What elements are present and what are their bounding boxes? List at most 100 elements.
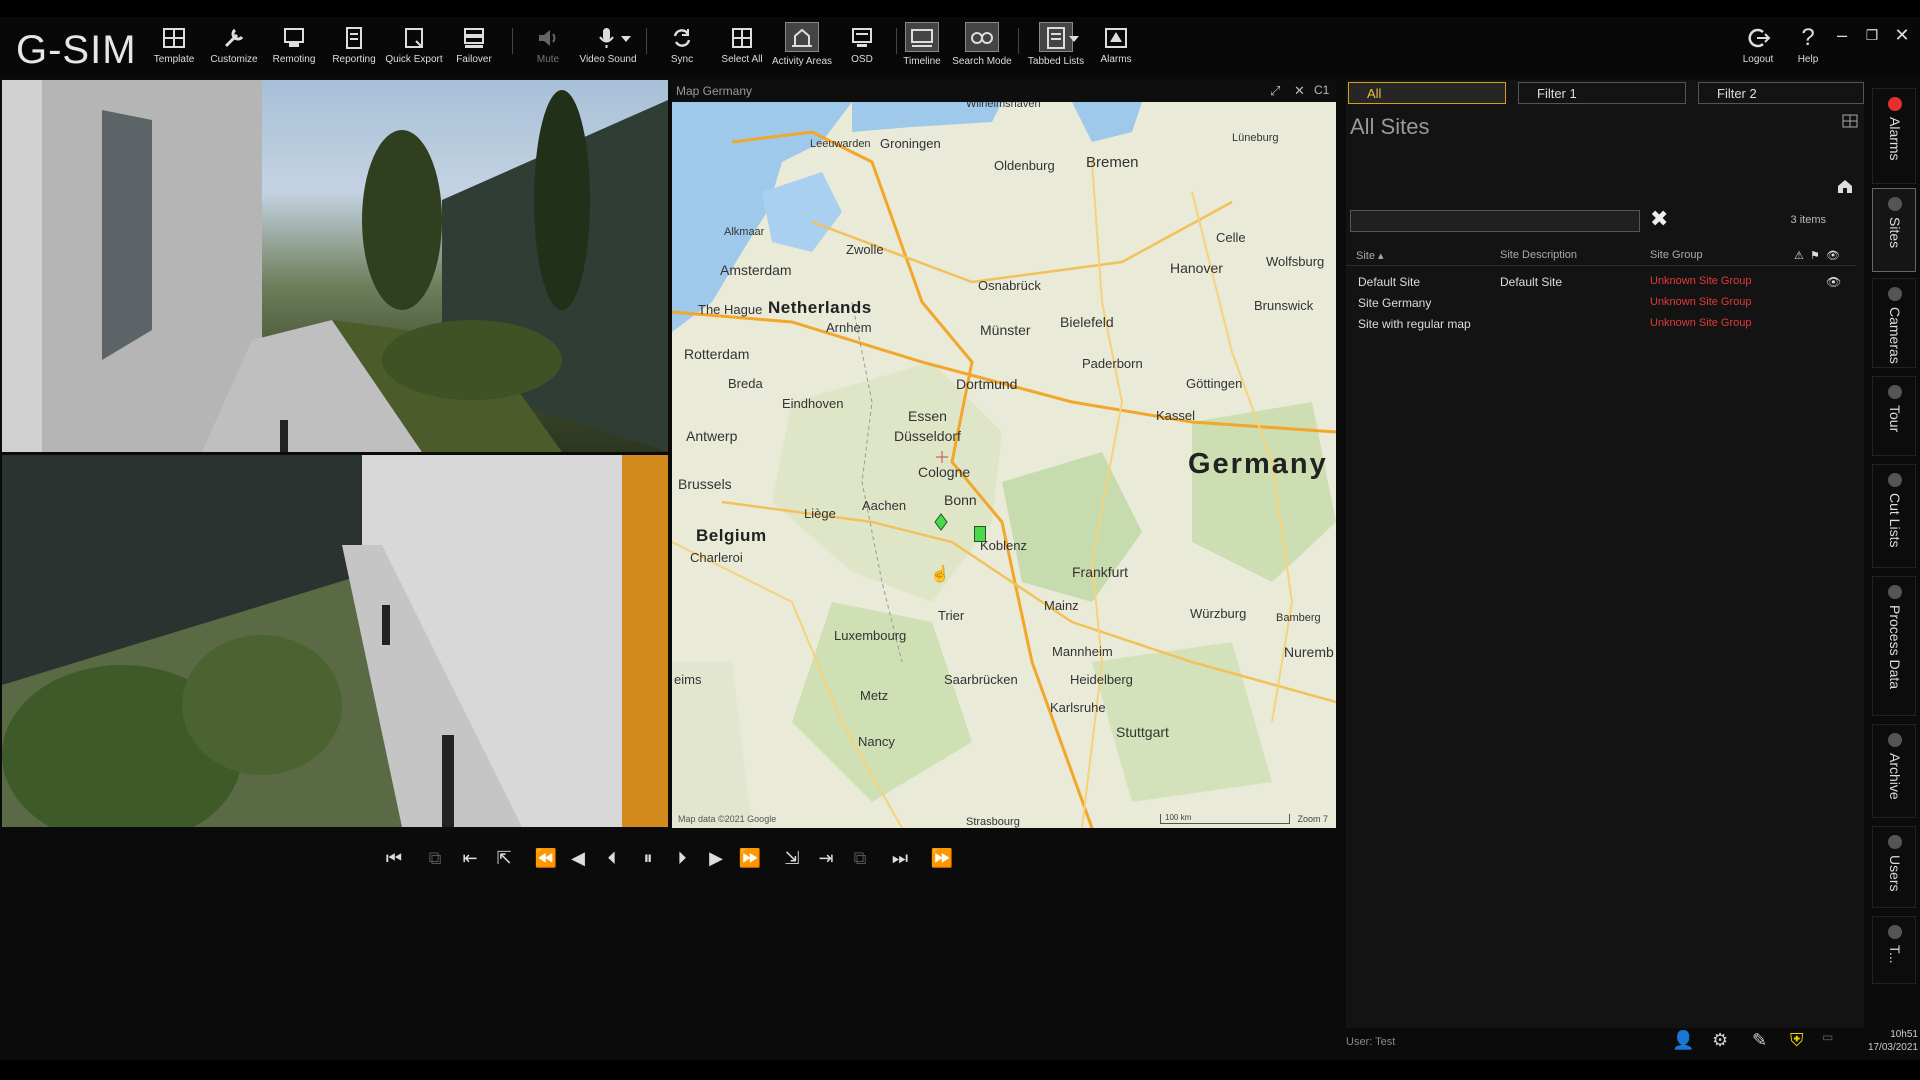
tab-filter-2[interactable]: Filter 2: [1698, 82, 1864, 104]
camera-1-image: [2, 80, 668, 452]
security-shield-icon[interactable]: ⛨: [1790, 1030, 1804, 1051]
quick-export-button[interactable]: Quick Export: [380, 22, 448, 72]
restore-button[interactable]: ❐: [1860, 24, 1884, 46]
status-dot: [1888, 197, 1902, 211]
map-label-karlsruhe: Karlsruhe: [1050, 700, 1106, 715]
go-to-start-icon[interactable]: ⏮: [382, 846, 406, 870]
table-row[interactable]: Site Germany Unknown Site Group: [1346, 293, 1856, 314]
tab-all[interactable]: All: [1348, 82, 1506, 104]
map-label-osnabruck: Osnabrück: [978, 278, 1041, 293]
failover-button[interactable]: Failover: [440, 22, 508, 72]
table-header: Site ▴ Site Description Site Group ⚠ ⚑ 👁: [1346, 246, 1856, 266]
search-mode-icon: [971, 32, 993, 44]
camera-view-1[interactable]: [2, 80, 668, 452]
table-row[interactable]: Site with regular map Unknown Site Group: [1346, 314, 1856, 335]
side-tab-label: Alarms: [1887, 117, 1903, 161]
map-label-groningen: Groningen: [880, 136, 941, 151]
export-icon: [405, 28, 423, 48]
table-row[interactable]: Default Site Default Site Unknown Site G…: [1346, 272, 1856, 293]
toolbar-separator: [1018, 28, 1019, 54]
warning-icon[interactable]: ⚠: [1794, 249, 1804, 262]
previous-bookmark-icon[interactable]: ⇱: [492, 846, 516, 870]
map-label-germany: Germany: [1188, 448, 1328, 480]
close-button[interactable]: ✕: [1890, 24, 1914, 46]
template-button[interactable]: Template: [140, 22, 208, 72]
logout-label: Logout: [1742, 54, 1774, 65]
live-icon[interactable]: ⏩: [930, 846, 954, 870]
fast-rewind-icon[interactable]: ⏪: [534, 846, 558, 870]
select-all-button[interactable]: Select All: [708, 22, 776, 72]
column-header-site[interactable]: Site ▴: [1356, 249, 1384, 262]
next-bookmark-icon[interactable]: ⇲: [780, 846, 804, 870]
column-header-group[interactable]: Site Group: [1650, 249, 1703, 261]
map-zoom: Zoom 7: [1297, 814, 1328, 824]
help-button[interactable]: ? Help: [1784, 22, 1832, 72]
item-count: 3 items: [1790, 214, 1826, 226]
reporting-button[interactable]: Reporting: [320, 22, 388, 72]
tab-filter-1[interactable]: Filter 1: [1518, 82, 1686, 104]
timeline-button[interactable]: Timeline: [888, 22, 956, 72]
play-icon[interactable]: ▶: [704, 846, 728, 870]
remote-monitor-icon: [284, 28, 304, 47]
chevron-down-icon: [621, 36, 631, 42]
status-dot: [1888, 835, 1902, 849]
previous-event-icon[interactable]: ⇤: [458, 846, 482, 870]
side-tab-process-data[interactable]: Process Data: [1872, 576, 1916, 716]
remoting-button[interactable]: Remoting: [260, 22, 328, 72]
step-back-icon[interactable]: ⏴: [600, 846, 624, 870]
logout-button[interactable]: Logout: [1734, 22, 1782, 72]
previous-marker-icon[interactable]: ⧉: [423, 846, 447, 870]
search-mode-button[interactable]: Search Mode: [948, 22, 1016, 72]
go-to-end-icon[interactable]: ⏭: [888, 846, 912, 870]
alarm-icon: [1105, 28, 1127, 48]
maximize-icon[interactable]: ⤢: [1270, 83, 1280, 99]
flag-icon[interactable]: ⚑: [1810, 249, 1820, 262]
side-tab-more[interactable]: T...: [1872, 916, 1916, 984]
edit-status-icon[interactable]: ✎: [1752, 1030, 1767, 1051]
next-event-icon[interactable]: ⇥: [814, 846, 838, 870]
activity-areas-button[interactable]: Activity Areas: [768, 22, 836, 72]
side-tab-label: Cut Lists: [1887, 493, 1903, 548]
video-sound-dropdown[interactable]: [618, 22, 634, 72]
tabbed-lists-dropdown[interactable]: [1066, 22, 1082, 72]
current-user: User: Test: [1346, 1036, 1396, 1048]
next-marker-icon[interactable]: ⧉: [848, 846, 872, 870]
visible-eye-icon[interactable]: 👁: [1826, 275, 1841, 289]
close-map-icon[interactable]: ✕: [1294, 83, 1305, 99]
toolbar: G-SIM Template Customize Remoting Report…: [0, 0, 1920, 78]
map-label-dortmund: Dortmund: [956, 376, 1018, 392]
map-view[interactable]: Wilhelmshaven Leeuwarden Groningen Olden…: [672, 102, 1336, 828]
monitor-status-icon[interactable]: ▭: [1822, 1030, 1833, 1044]
layout-toggle-icon[interactable]: [1842, 114, 1858, 128]
osd-button[interactable]: OSD: [828, 22, 896, 72]
sync-button[interactable]: Sync: [648, 22, 716, 72]
search-input[interactable]: [1350, 210, 1640, 232]
alarms-button[interactable]: Alarms: [1082, 22, 1150, 72]
side-tab-cameras[interactable]: Cameras: [1872, 278, 1916, 368]
clear-search-icon[interactable]: ✖: [1650, 206, 1668, 232]
fast-forward-icon[interactable]: ⏩: [738, 846, 762, 870]
customize-button[interactable]: Customize: [200, 22, 268, 72]
minimize-button[interactable]: –: [1830, 24, 1854, 46]
side-tab-alarms[interactable]: Alarms: [1872, 88, 1916, 184]
clock-time: 10h51: [1890, 1029, 1918, 1040]
side-tab-archive[interactable]: Archive: [1872, 724, 1916, 818]
side-tab-tour[interactable]: Tour: [1872, 376, 1916, 456]
network-status-icon[interactable]: ⚙: [1712, 1030, 1728, 1051]
user-status-icon[interactable]: 👤: [1672, 1030, 1694, 1051]
camera-marker[interactable]: [974, 526, 986, 542]
camera-view-2[interactable]: [2, 455, 668, 827]
mute-button[interactable]: Mute: [514, 22, 582, 72]
eye-icon[interactable]: 👁: [1826, 249, 1840, 262]
side-tab-sites[interactable]: Sites: [1872, 188, 1916, 272]
rewind-icon[interactable]: ◀: [566, 846, 590, 870]
pause-icon[interactable]: ⏸: [636, 846, 660, 870]
home-icon[interactable]: [1836, 178, 1854, 194]
side-tab-users[interactable]: Users: [1872, 826, 1916, 908]
clock: 10h51 17/03/2021: [1858, 1028, 1918, 1054]
side-tab-cut-lists[interactable]: Cut Lists: [1872, 464, 1916, 568]
side-tab-label: Process Data: [1887, 605, 1903, 690]
map-label-celle: Celle: [1216, 230, 1246, 245]
column-header-description[interactable]: Site Description: [1500, 249, 1577, 261]
step-forward-icon[interactable]: ⏵: [670, 846, 694, 870]
